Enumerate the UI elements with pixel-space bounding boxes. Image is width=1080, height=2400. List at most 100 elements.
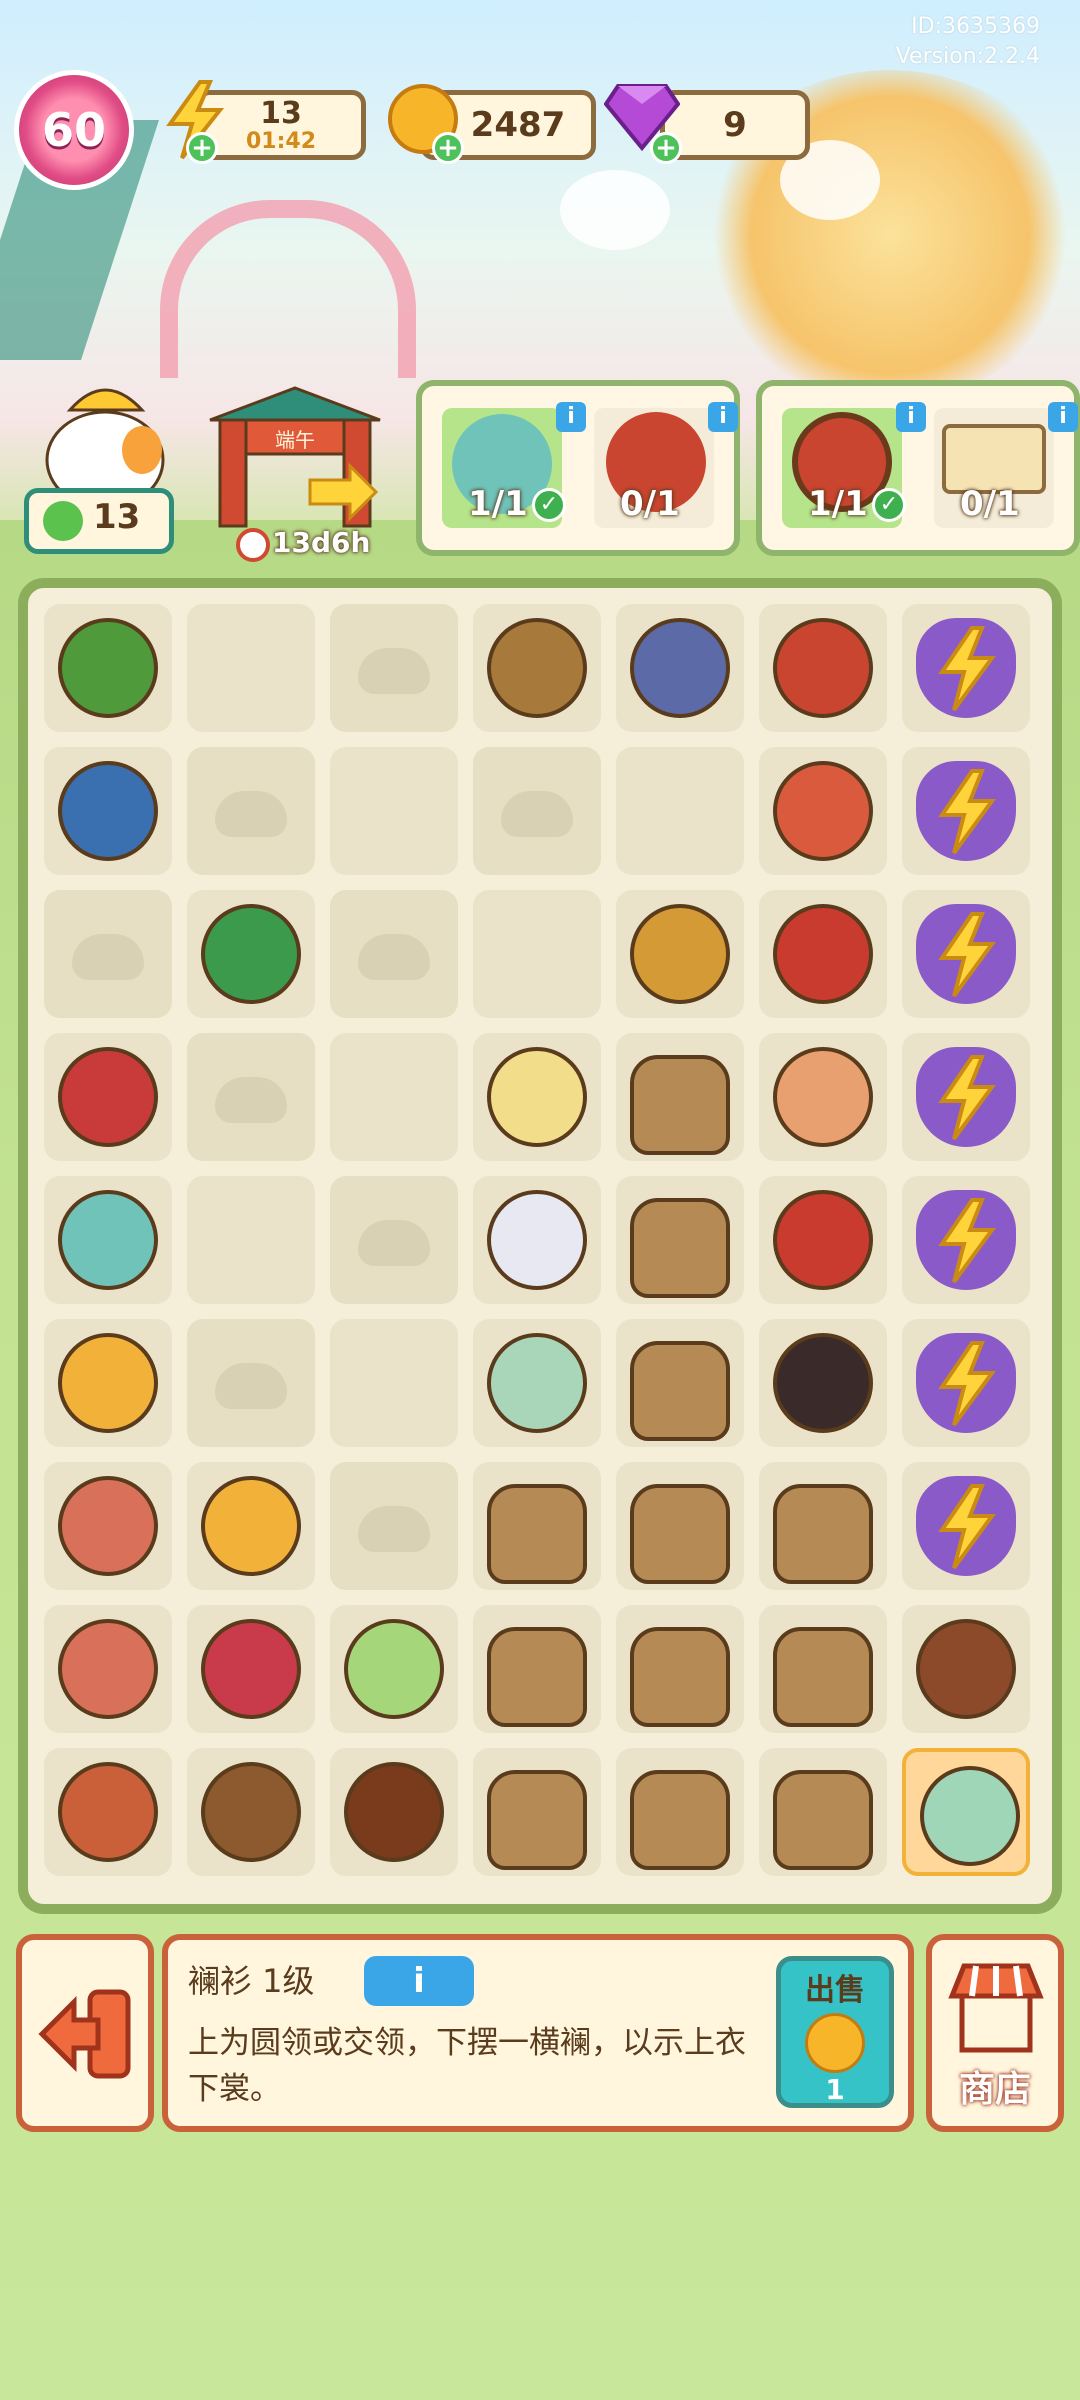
board-cell-hanfu-black[interactable] xyxy=(759,1319,887,1447)
board-cell-chestnut[interactable] xyxy=(330,1748,458,1876)
hanfu-black-icon xyxy=(773,1333,873,1433)
order-panel-1[interactable]: 1/1 ✓ i 0/1 i xyxy=(416,380,740,556)
board-cell-zongzi[interactable] xyxy=(330,1605,458,1733)
board-cell-bolt-kite[interactable] xyxy=(902,747,1030,875)
board-cell-rice-bag[interactable] xyxy=(759,1462,887,1590)
locked-cell xyxy=(44,890,172,1018)
shop-button[interactable]: 商店 xyxy=(926,1934,1064,2132)
board-cell-rice-bag[interactable] xyxy=(616,1033,744,1161)
order-card-drum-pot[interactable]: 1/1 ✓ i xyxy=(782,402,926,528)
board-cell-rice-bag[interactable] xyxy=(616,1748,744,1876)
board-cell-bolt-kite[interactable] xyxy=(902,1176,1030,1304)
board-cell-rice-bag[interactable] xyxy=(616,1319,744,1447)
board-cell-ham[interactable] xyxy=(44,1605,172,1733)
empty-cell[interactable] xyxy=(330,1319,458,1447)
empty-cell[interactable] xyxy=(330,1033,458,1161)
board-cell-rice-bag[interactable] xyxy=(616,1462,744,1590)
gate-sign: 端午 xyxy=(275,428,315,452)
empty-cell[interactable] xyxy=(330,747,458,875)
board-cell-rice-bag[interactable] xyxy=(759,1605,887,1733)
order-panel-2[interactable]: 1/1 ✓ i 0/1 i xyxy=(756,380,1080,556)
board-cell-basket[interactable] xyxy=(473,604,601,732)
event-gate[interactable]: 端午 xyxy=(200,380,390,530)
coin-icon xyxy=(805,2013,865,2073)
empty-cell[interactable] xyxy=(187,1176,315,1304)
zongzi-leaves-icon xyxy=(58,618,158,718)
board-cell-log[interactable] xyxy=(187,1748,315,1876)
board-cell-paddle[interactable] xyxy=(616,890,744,1018)
order-count: 1/1 xyxy=(808,484,868,524)
board-cell-egg[interactable] xyxy=(44,1319,172,1447)
order-card-lion[interactable]: 0/1 i xyxy=(594,402,738,528)
board-cell-ham[interactable] xyxy=(44,1462,172,1590)
order-card-dragon[interactable]: 1/1 ✓ i xyxy=(442,402,586,528)
exit-button[interactable] xyxy=(16,1934,154,2132)
ham-icon xyxy=(58,1476,158,1576)
board-cell-lanshan[interactable] xyxy=(902,1748,1030,1876)
board-cell-dragon-toy[interactable] xyxy=(44,1176,172,1304)
board-cell-rice-bag[interactable] xyxy=(473,1605,601,1733)
board-cell-rice-bag[interactable] xyxy=(473,1462,601,1590)
locked-cell xyxy=(187,1319,315,1447)
board-cell-rice-bag[interactable] xyxy=(616,1605,744,1733)
board-cell-bolt-kite[interactable] xyxy=(902,890,1030,1018)
board-cell-jar[interactable] xyxy=(473,1176,601,1304)
add-gems-button[interactable]: + xyxy=(650,132,682,164)
board-cell-drum-pot[interactable] xyxy=(759,604,887,732)
cloud-lock-icon xyxy=(215,1077,287,1123)
player-id: ID:3635369 xyxy=(911,14,1040,39)
tambourine-icon xyxy=(773,1047,873,1147)
board-cell-bolt-kite[interactable] xyxy=(902,1033,1030,1161)
board-cell-bolt-kite[interactable] xyxy=(902,1462,1030,1590)
cloud-decoration xyxy=(560,170,670,250)
board-cell-stall[interactable] xyxy=(902,1605,1030,1733)
board-cell-bacon[interactable] xyxy=(44,1748,172,1876)
hanfu-green-icon xyxy=(487,1333,587,1433)
board-cell-egg[interactable] xyxy=(187,1462,315,1590)
info-icon[interactable]: i xyxy=(708,402,738,432)
cloud-lock-icon xyxy=(358,648,430,694)
info-icon[interactable]: i xyxy=(896,402,926,432)
dragon-toy-icon xyxy=(58,1190,158,1290)
board-cell-rice-bag[interactable] xyxy=(473,1748,601,1876)
empty-cell[interactable] xyxy=(187,604,315,732)
board-cell-red-drum[interactable] xyxy=(759,890,887,1018)
sell-button[interactable]: 出售 1 xyxy=(776,1956,894,2108)
board-cell-drum[interactable] xyxy=(759,747,887,875)
board-cell-rice-bag[interactable] xyxy=(759,1748,887,1876)
info-icon[interactable]: i xyxy=(1048,402,1078,432)
board-cell-pump[interactable] xyxy=(187,890,315,1018)
board-cell-rice-bag[interactable] xyxy=(616,1176,744,1304)
energy-bolt-icon xyxy=(938,769,996,855)
bridge-decoration xyxy=(160,200,416,378)
board-cell-zongzi-leaves[interactable] xyxy=(44,604,172,732)
board-cell-bolt-kite[interactable] xyxy=(902,1319,1030,1447)
cloud-lock-icon xyxy=(358,1506,430,1552)
rice-bag-icon xyxy=(773,1484,873,1584)
clover-icon xyxy=(43,501,83,541)
empty-cell[interactable] xyxy=(616,747,744,875)
board-cell-rattle[interactable] xyxy=(759,1176,887,1304)
add-coins-button[interactable]: + xyxy=(432,132,464,164)
board-cell-gift-box[interactable] xyxy=(44,1033,172,1161)
level-badge[interactable]: 60 xyxy=(14,70,134,190)
board-cell-bolt-kite[interactable] xyxy=(902,604,1030,732)
empty-cell[interactable] xyxy=(473,890,601,1018)
order-card-scroll[interactable]: 0/1 i xyxy=(934,402,1078,528)
board-cell-hanfu-green[interactable] xyxy=(473,1319,601,1447)
leaf-counter[interactable]: 13 xyxy=(24,488,174,554)
locked-cell xyxy=(187,1033,315,1161)
board-cell-tambourine[interactable] xyxy=(759,1033,887,1161)
board-cell-gourd[interactable] xyxy=(187,1605,315,1733)
item-info-button[interactable]: i xyxy=(364,1956,474,2006)
board-cell-butter[interactable] xyxy=(473,1033,601,1161)
cloud-lock-icon xyxy=(215,791,287,837)
energy-bolt-icon xyxy=(938,1055,996,1141)
red-drum-icon xyxy=(773,904,873,1004)
board-cell-brush[interactable] xyxy=(44,747,172,875)
gem-counter[interactable]: 9 xyxy=(660,90,810,160)
board-cell-machine[interactable] xyxy=(616,604,744,732)
bacon-icon xyxy=(58,1762,158,1862)
info-icon[interactable]: i xyxy=(556,402,586,432)
add-energy-button[interactable]: + xyxy=(186,132,218,164)
